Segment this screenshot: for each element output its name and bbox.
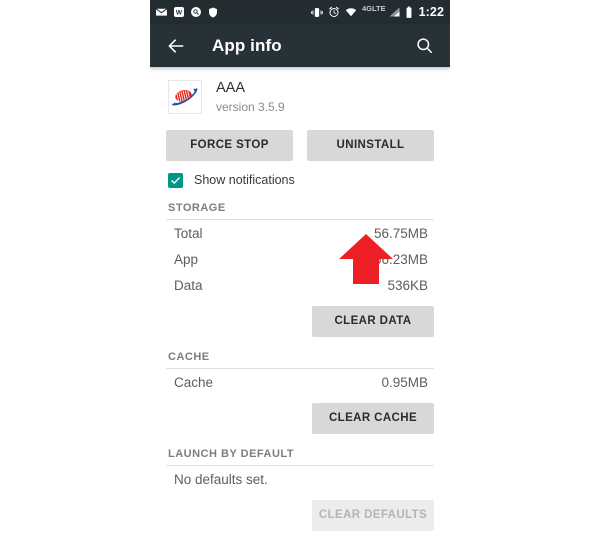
storage-data-label: Data	[174, 277, 203, 293]
back-arrow-icon[interactable]	[164, 34, 188, 58]
storage-total-value: 56.75MB	[373, 225, 428, 241]
search-icon[interactable]	[412, 34, 436, 58]
shield-icon	[207, 6, 219, 19]
launch-by-default-status: No defaults set.	[174, 471, 268, 487]
clear-defaults-row: CLEAR DEFAULTS	[150, 492, 450, 531]
app-meta: AAA version 3.5.9	[216, 79, 285, 116]
clear-cache-row: CLEAR CACHE	[150, 395, 450, 434]
show-notifications-label: Show notifications	[194, 173, 295, 188]
storage-section-heading: STORAGE	[168, 201, 226, 214]
storage-row-app: App 56.23MB	[150, 246, 450, 272]
network-type-label: 4GLTE	[361, 4, 386, 14]
show-notifications-row[interactable]: Show notifications	[150, 161, 450, 188]
uninstall-button[interactable]: UNINSTALL	[307, 129, 434, 161]
eye-search-icon	[190, 6, 202, 18]
clear-data-button[interactable]: CLEAR DATA	[312, 305, 434, 337]
clear-defaults-button: CLEAR DEFAULTS	[312, 499, 434, 531]
app-name: AAA	[216, 80, 246, 96]
status-bar-clock: 1:22	[418, 5, 444, 19]
app-info-content: AAA version 3.5.9 FORCE STOP UNINSTALL S…	[150, 67, 450, 533]
status-bar-left-icons: W	[155, 6, 219, 19]
app-identity-row: AAA version 3.5.9	[150, 67, 450, 126]
signal-icon	[388, 6, 401, 18]
status-bar: W 4GLTE 1:22	[150, 0, 450, 24]
cache-value: 0.95MB	[381, 374, 428, 390]
storage-app-value: 56.23MB	[373, 251, 428, 267]
status-bar-right-icons: 4GLTE 1:22	[310, 5, 444, 19]
aaa-logo-icon	[168, 80, 202, 115]
alarm-icon	[328, 6, 340, 18]
launch-by-default-status-row: No defaults set.	[150, 466, 450, 492]
wifi-icon	[344, 6, 358, 18]
mail-icon	[155, 6, 168, 19]
page-title: App info	[212, 35, 282, 55]
clear-cache-button[interactable]: CLEAR CACHE	[312, 402, 434, 434]
show-notifications-checkbox[interactable]	[168, 172, 183, 188]
primary-action-row: FORCE STOP UNINSTALL	[150, 126, 450, 161]
phone-screen: W 4GLTE 1:22 App info AAA version 3.5.9 …	[150, 0, 450, 533]
storage-row-total: Total 56.75MB	[150, 220, 450, 246]
app-bar: App info	[150, 24, 450, 67]
storage-data-value: 536KB	[387, 277, 428, 293]
cache-section-heading: CACHE	[168, 350, 210, 363]
clear-data-row: CLEAR DATA	[150, 298, 450, 337]
storage-app-label: App	[174, 251, 199, 267]
vibrate-icon	[310, 6, 324, 19]
app-version: version 3.5.9	[216, 100, 285, 115]
cache-label: Cache	[174, 374, 214, 390]
cache-row: Cache 0.95MB	[150, 369, 450, 395]
svg-text:W: W	[176, 10, 183, 17]
storage-total-label: Total	[174, 225, 203, 241]
w-app-icon: W	[173, 6, 185, 18]
force-stop-button[interactable]: FORCE STOP	[166, 129, 293, 161]
battery-icon	[405, 6, 413, 19]
launch-by-default-heading: LAUNCH BY DEFAULT	[168, 447, 295, 460]
storage-row-data: Data 536KB	[150, 272, 450, 298]
